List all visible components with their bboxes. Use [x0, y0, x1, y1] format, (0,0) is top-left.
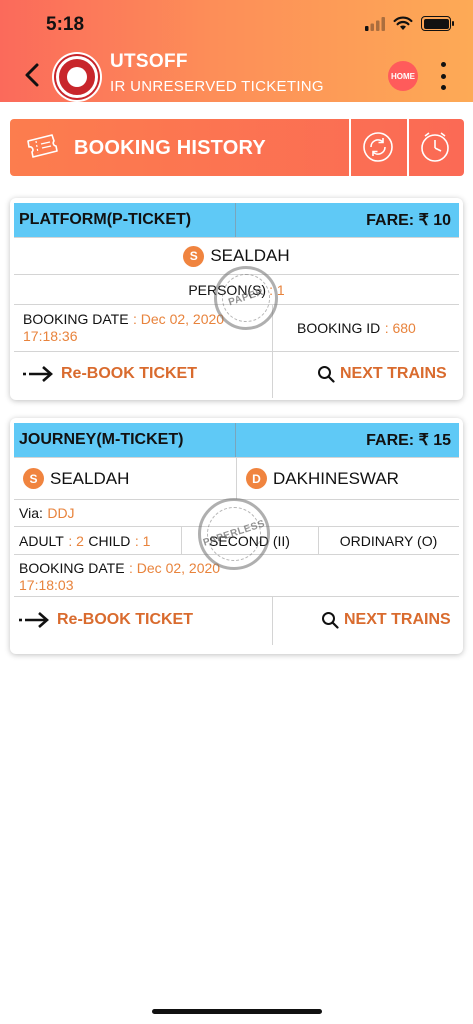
ticket-icon	[27, 134, 58, 158]
rebook-label: Re-BOOK TICKET	[61, 365, 197, 382]
adult-value: : 2	[68, 533, 84, 549]
station-row: S SEALDAH	[14, 238, 459, 275]
station-name: SEALDAH	[210, 246, 290, 265]
booking-id-value: : 680	[384, 320, 416, 336]
passenger-class-row: ADULT : 2 CHILD : 1 SECOND (II) ORDINARY…	[14, 527, 459, 555]
wifi-icon	[393, 16, 413, 30]
home-indicator[interactable]	[152, 1009, 322, 1014]
rebook-ticket-button[interactable]: Re-BOOK TICKET	[22, 365, 197, 383]
app-header: 5:18 UTSOFF IR UNRESERVED TICKETING HOME	[0, 0, 473, 102]
rebook-ticket-button[interactable]: Re-BOOK TICKET	[18, 611, 193, 629]
ticket-fare: FARE: ₹ 15	[366, 432, 451, 449]
app-title: UTSOFF	[110, 51, 188, 72]
child-label: CHILD	[88, 533, 131, 549]
source-station-badge: S	[23, 468, 44, 489]
clock-history-icon[interactable]	[419, 131, 451, 163]
search-icon	[318, 366, 335, 383]
booking-id-label: BOOKING ID	[297, 320, 381, 336]
ticket-type: PLATFORM(P-TICKET)	[14, 203, 236, 237]
app-subtitle: IR UNRESERVED TICKETING	[110, 78, 324, 95]
refresh-icon[interactable]	[362, 131, 394, 163]
booking-date-value: : Dec 02, 2020	[129, 560, 221, 576]
child-value: : 1	[134, 533, 151, 549]
arrow-right-icon	[19, 612, 49, 628]
booking-time-value: 17:18:03	[19, 577, 74, 593]
search-icon	[322, 612, 339, 629]
status-bar: 5:18	[0, 0, 473, 46]
destination-station-name: DAKHINESWAR	[273, 468, 399, 488]
source-station-badge: S	[183, 245, 205, 267]
booking-info-row: BOOKING DATE : Dec 02, 2020 17:18:03	[14, 555, 459, 597]
back-arrow-icon[interactable]	[20, 62, 46, 88]
booking-info-row: BOOKING DATE : Dec 02, 2020 17:18:36 BOO…	[14, 305, 459, 352]
booking-time-value: 17:18:36	[23, 328, 78, 344]
persons-value: : 1	[269, 281, 285, 298]
destination-station-badge: D	[246, 468, 267, 489]
arrow-right-icon	[23, 366, 53, 382]
route-row: S SEALDAH D DAKHINESWAR	[14, 458, 459, 500]
train-type: ORDINARY (O)	[339, 533, 438, 549]
next-trains-label: NEXT TRAINS	[340, 365, 447, 382]
source-station-name: SEALDAH	[50, 468, 130, 488]
persons-label: PERSON(S)	[188, 281, 267, 298]
ticket-card-platform[interactable]: PLATFORM(P-TICKET) FARE: ₹ 10 S SEALDAH …	[10, 198, 463, 400]
via-row: Via: DDJ	[14, 500, 459, 527]
adult-label: ADULT	[19, 533, 64, 549]
travel-class: SECOND (II)	[209, 533, 290, 549]
indian-railways-logo	[52, 52, 102, 102]
home-button[interactable]: HOME	[388, 61, 418, 91]
status-icons	[365, 16, 454, 31]
cellular-signal-icon	[365, 16, 385, 31]
next-trains-button[interactable]: NEXT TRAINS	[317, 365, 447, 383]
ticket-actions-row: Re-BOOK TICKET NEXT TRAINS	[14, 352, 459, 398]
next-trains-button[interactable]: NEXT TRAINS	[321, 611, 451, 629]
ticket-actions-row: Re-BOOK TICKET NEXT TRAINS	[14, 597, 459, 645]
ticket-card-journey[interactable]: JOURNEY(M-TICKET) FARE: ₹ 15 S SEALDAH D…	[10, 418, 463, 654]
ticket-fare: FARE: ₹ 10	[366, 212, 451, 229]
via-value: DDJ	[47, 505, 75, 521]
booking-date-value: : Dec 02, 2020	[133, 311, 225, 327]
via-label: Via:	[19, 505, 43, 521]
ticket-type-row: PLATFORM(P-TICKET) FARE: ₹ 10	[14, 203, 459, 238]
next-trains-label: NEXT TRAINS	[344, 611, 451, 628]
rebook-label: Re-BOOK TICKET	[57, 611, 193, 628]
booking-date-label: BOOKING DATE	[19, 560, 125, 576]
persons-row: PERSON(S) : 1	[14, 275, 459, 305]
ticket-type-row: JOURNEY(M-TICKET) FARE: ₹ 15	[14, 423, 459, 458]
battery-icon	[421, 16, 454, 31]
more-options-icon[interactable]	[438, 62, 448, 90]
booking-history-title: BOOKING HISTORY	[74, 137, 266, 159]
status-time: 5:18	[46, 14, 85, 35]
booking-history-bar: BOOKING HISTORY	[10, 119, 464, 176]
booking-date-label: BOOKING DATE	[23, 311, 129, 327]
ticket-type: JOURNEY(M-TICKET)	[14, 423, 236, 457]
